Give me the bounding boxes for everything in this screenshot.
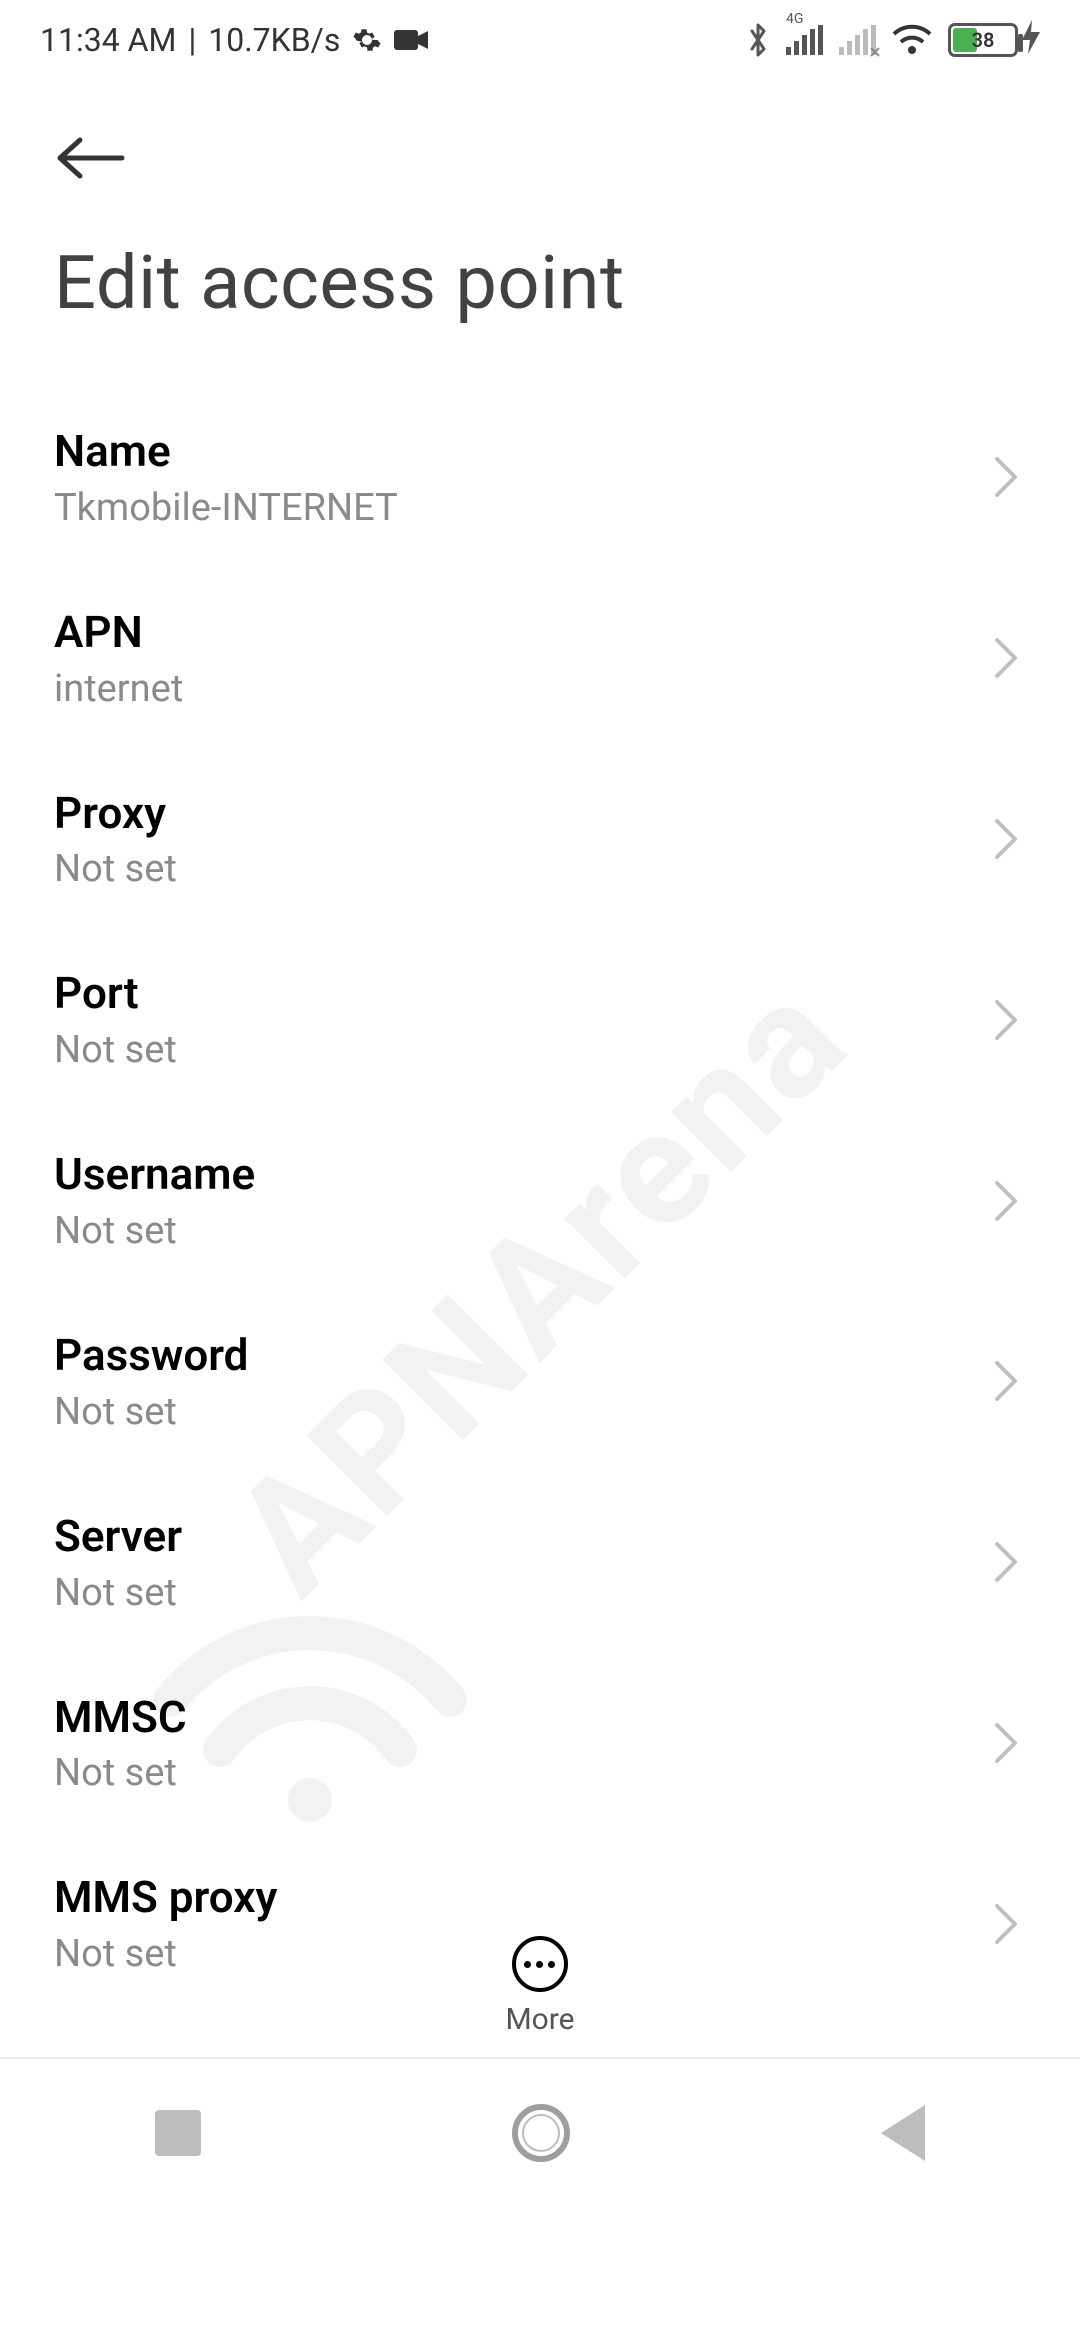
- status-time: 11:34 AM: [40, 21, 176, 59]
- page-title: Edit access point: [0, 210, 1080, 387]
- field-label: Password: [54, 1329, 986, 1382]
- chevron-right-icon: [986, 1540, 1026, 1584]
- field-username[interactable]: Username Not set: [54, 1110, 1026, 1291]
- field-label: Port: [54, 967, 986, 1020]
- field-name[interactable]: Name Tkmobile-INTERNET: [54, 387, 1026, 568]
- field-value: Not set: [54, 1751, 986, 1795]
- more-icon: [512, 1936, 568, 1992]
- chevron-right-icon: [986, 817, 1026, 861]
- field-value: Not set: [54, 1028, 986, 1072]
- nav-back-button[interactable]: [881, 2105, 925, 2161]
- chevron-right-icon: [986, 1359, 1026, 1403]
- field-label: Server: [54, 1510, 986, 1563]
- status-separator: |: [188, 21, 196, 59]
- status-netspeed: 10.7KB/s: [208, 21, 340, 59]
- field-proxy[interactable]: Proxy Not set: [54, 749, 1026, 930]
- arrow-left-icon: [54, 134, 126, 186]
- chevron-right-icon: [986, 1721, 1026, 1765]
- field-label: Username: [54, 1148, 986, 1201]
- cell-signal-2-icon: [839, 25, 876, 55]
- field-label: MMS proxy: [54, 1871, 986, 1924]
- chevron-right-icon: [986, 998, 1026, 1042]
- chevron-right-icon: [986, 636, 1026, 680]
- triangle-left-icon: [881, 2105, 925, 2161]
- field-value: Not set: [54, 1390, 986, 1434]
- gear-icon: [352, 25, 382, 55]
- field-value: Not set: [54, 1209, 986, 1253]
- charging-icon: [1022, 20, 1040, 61]
- chevron-right-icon: [986, 1179, 1026, 1223]
- cell-signal-1-icon: 4G: [786, 25, 823, 55]
- field-label: MMSC: [54, 1691, 986, 1744]
- field-value: Not set: [54, 1571, 986, 1615]
- field-value: Not set: [54, 847, 986, 891]
- chevron-right-icon: [986, 455, 1026, 499]
- more-label: More: [505, 2002, 574, 2037]
- system-nav-bar: [0, 2057, 1080, 2207]
- field-label: Proxy: [54, 787, 986, 840]
- field-value: Tkmobile-INTERNET: [54, 486, 986, 530]
- back-button[interactable]: [54, 120, 134, 200]
- more-button[interactable]: More: [505, 1936, 574, 2037]
- field-server[interactable]: Server Not set: [54, 1472, 1026, 1653]
- nav-home-button[interactable]: [512, 2104, 570, 2162]
- square-icon: [155, 2110, 201, 2156]
- field-mmsc[interactable]: MMSC Not set: [54, 1653, 1026, 1834]
- field-label: Name: [54, 425, 986, 478]
- field-value: internet: [54, 667, 986, 711]
- bluetooth-icon: [746, 22, 770, 58]
- field-password[interactable]: Password Not set: [54, 1291, 1026, 1472]
- status-bar: 11:34 AM | 10.7KB/s 4G: [0, 0, 1080, 80]
- nav-recent-button[interactable]: [155, 2110, 201, 2156]
- battery-icon: 38: [948, 20, 1040, 61]
- circle-icon: [512, 2104, 570, 2162]
- settings-list: Name Tkmobile-INTERNET APN internet Prox…: [0, 387, 1080, 2014]
- field-label: APN: [54, 606, 986, 659]
- field-apn[interactable]: APN internet: [54, 568, 1026, 749]
- field-port[interactable]: Port Not set: [54, 929, 1026, 1110]
- wifi-icon: [892, 24, 932, 56]
- video-icon: [394, 28, 428, 52]
